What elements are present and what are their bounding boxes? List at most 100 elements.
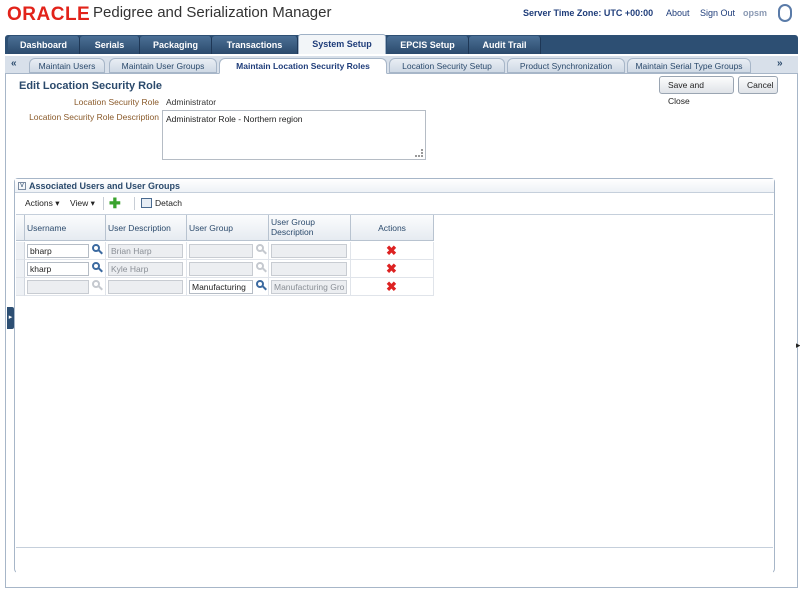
user-icon[interactable] [778, 4, 792, 22]
toolbar-separator [134, 197, 135, 210]
user-group-input[interactable]: Manufacturing [189, 280, 253, 294]
user-description-cell: Kyle Harp [106, 260, 187, 278]
search-icon[interactable] [92, 262, 103, 273]
subtab-location-security-setup[interactable]: Location Security Setup [389, 58, 505, 73]
app-header: ORACLE Pedigree and Serialization Manage… [0, 0, 800, 30]
actions-cell: ✖ [351, 278, 434, 296]
user-group-description-cell: Manufacturing Gro [269, 278, 351, 296]
username-input [27, 280, 89, 294]
row-selector[interactable] [16, 278, 25, 296]
about-link[interactable]: About [666, 8, 690, 18]
app-title: Pedigree and Serialization Manager [93, 4, 332, 21]
tab-epcis-setup[interactable]: EPCIS Setup [387, 36, 469, 54]
user-description-field [108, 280, 183, 294]
sign-out-link[interactable]: Sign Out [700, 8, 735, 18]
role-value: Administrator [166, 97, 217, 107]
user-group-cell: Manufacturing [187, 278, 269, 296]
search-icon[interactable] [92, 244, 103, 255]
view-menu-label: View [70, 198, 89, 208]
subtab-product-synchronization[interactable]: Product Synchronization [507, 58, 625, 73]
delete-icon[interactable]: ✖ [386, 280, 397, 293]
collapse-icon[interactable]: v [18, 182, 26, 190]
subtab-maintain-user-groups[interactable]: Maintain User Groups [109, 58, 217, 73]
row-selector[interactable] [16, 242, 25, 260]
user-group-input [189, 262, 253, 276]
actions-cell: ✖ [351, 242, 434, 260]
username-input[interactable]: kharp [27, 262, 89, 276]
username-cell [25, 278, 106, 296]
main-content: Edit Location Security Role Save and Clo… [5, 74, 798, 588]
col-user-group-description-line1: User Group [271, 217, 315, 227]
role-description-label: Location Security Role Description [29, 112, 159, 122]
subtab-maintain-location-security-roles[interactable]: Maintain Location Security Roles [219, 58, 387, 74]
user-description-field: Kyle Harp [108, 262, 183, 276]
username-input[interactable]: bharp [27, 244, 89, 258]
subtab-maintain-users[interactable]: Maintain Users [29, 58, 105, 73]
tab-system-setup[interactable]: System Setup [298, 34, 386, 54]
main-tab-bar: Dashboard Serials Packaging Transactions… [0, 32, 800, 54]
page-title: Edit Location Security Role [19, 80, 163, 92]
table-status-bar [16, 547, 773, 573]
actions-cell: ✖ [351, 260, 434, 278]
role-description-field[interactable]: Administrator Role - Northern region [162, 110, 426, 160]
tab-audit-trail[interactable]: Audit Trail [469, 36, 541, 54]
user-name: opsm [743, 8, 768, 18]
subtab-maintain-serial-type-groups[interactable]: Maintain Serial Type Groups [627, 58, 751, 73]
col-actions: Actions [351, 215, 434, 241]
col-user-group-description[interactable]: User Group Description [269, 215, 351, 241]
actions-menu[interactable]: Actions ▾ [25, 198, 60, 209]
save-and-close-button[interactable]: Save and Close [659, 76, 734, 106]
associated-users-panel: v Associated Users and User Groups Actio… [14, 178, 775, 573]
col-user-group[interactable]: User Group [187, 215, 269, 241]
search-icon [256, 244, 267, 255]
detach-button[interactable]: Detach [155, 198, 182, 208]
user-description-field: Brian Harp [108, 244, 183, 258]
panel-title: Associated Users and User Groups [29, 181, 181, 191]
user-group-description-field [271, 244, 347, 258]
tab-packaging[interactable]: Packaging [140, 36, 212, 54]
user-description-cell: Brian Harp [106, 242, 187, 260]
cancel-button[interactable]: Cancel [738, 76, 778, 94]
tab-dashboard[interactable]: Dashboard [8, 36, 80, 54]
tab-serials[interactable]: Serials [80, 36, 140, 54]
actions-menu-label: Actions [25, 198, 53, 208]
user-group-cell [187, 260, 269, 278]
user-group-description-cell [269, 242, 351, 260]
scroll-left-icon[interactable]: « [11, 58, 17, 69]
search-icon[interactable] [256, 280, 267, 291]
col-user-group-description-line2: Description [271, 227, 314, 237]
resize-grip-icon[interactable] [415, 149, 423, 157]
delete-icon[interactable]: ✖ [386, 262, 397, 275]
add-icon[interactable]: ✚ [109, 196, 121, 210]
user-group-input [189, 244, 253, 258]
expand-panel-icon[interactable]: ▸ [7, 307, 14, 329]
search-icon [92, 280, 103, 291]
user-group-description-cell [269, 260, 351, 278]
server-time-zone: Server Time Zone: UTC +00:00 [523, 8, 654, 18]
panel-header: v Associated Users and User Groups [15, 179, 774, 193]
username-cell: kharp [25, 260, 106, 278]
view-menu[interactable]: View ▾ [70, 198, 95, 209]
user-group-description-field: Manufacturing Gro [271, 280, 347, 294]
col-username[interactable]: Username [25, 215, 106, 241]
table-row[interactable]: bharp Brian Harp ✖ [16, 242, 436, 260]
detach-icon[interactable] [141, 198, 152, 208]
col-user-description[interactable]: User Description [106, 215, 187, 241]
search-icon [256, 262, 267, 273]
sub-tab-bar: « Maintain Users Maintain User Groups Ma… [5, 56, 798, 74]
role-label: Location Security Role [73, 97, 159, 107]
row-select-header [16, 215, 25, 241]
delete-icon[interactable]: ✖ [386, 244, 397, 257]
table-row[interactable]: kharp Kyle Harp ✖ [16, 260, 436, 278]
table-row[interactable]: Manufacturing Manufacturing Gro ✖ [16, 278, 436, 296]
table-toolbar: Actions ▾ View ▾ ✚ Detach [15, 194, 774, 212]
collapse-right-icon[interactable]: ▸ [796, 340, 800, 351]
row-selector[interactable] [16, 260, 25, 278]
role-description-text: Administrator Role - Northern region [166, 114, 303, 124]
user-group-description-field [271, 262, 347, 276]
username-cell: bharp [25, 242, 106, 260]
user-group-cell [187, 242, 269, 260]
oracle-logo: ORACLE [7, 4, 91, 25]
tab-transactions[interactable]: Transactions [212, 36, 298, 54]
scroll-right-icon[interactable]: » [777, 58, 783, 69]
